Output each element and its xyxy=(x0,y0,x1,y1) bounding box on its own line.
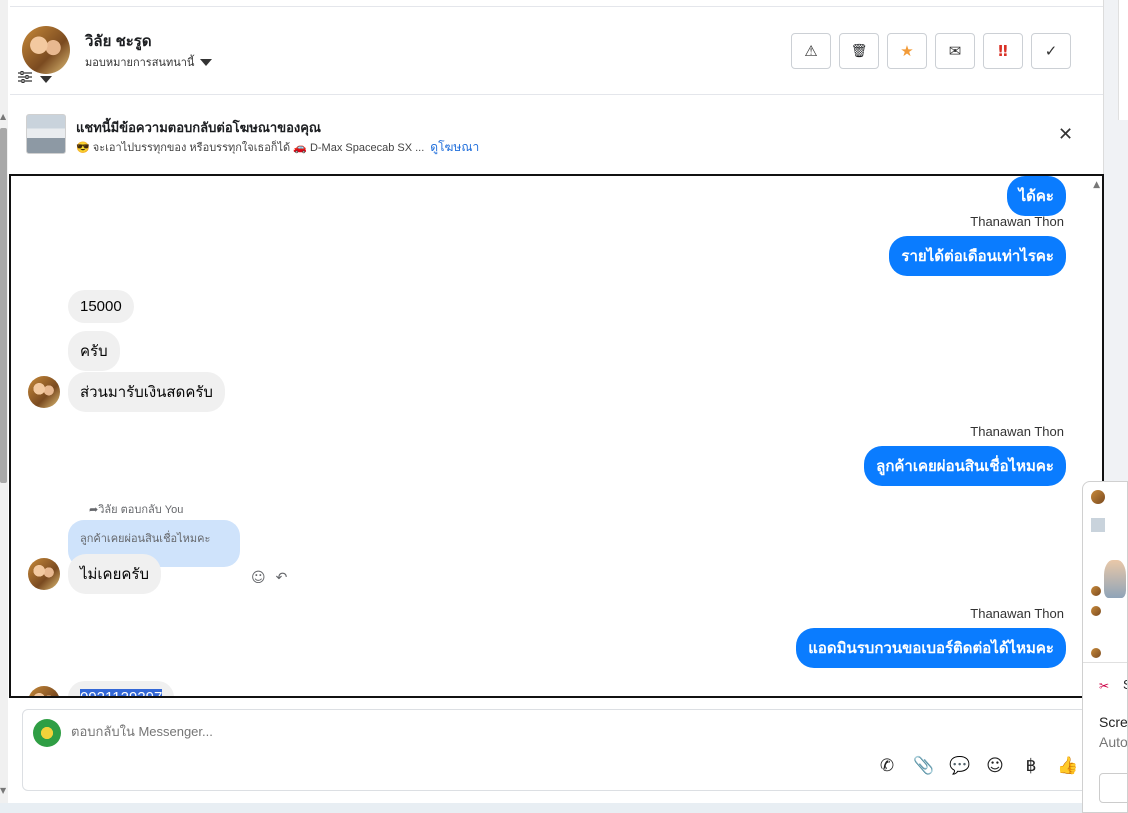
popup-subtext: Auto xyxy=(1099,734,1128,750)
incoming-message[interactable]: ครับ xyxy=(68,331,120,371)
contact-avatar xyxy=(28,558,60,590)
outgoing-message[interactable]: แอดมินรบกวนขอเบอร์ติดต่อได้ไหมคะ xyxy=(796,628,1066,668)
add-call-icon[interactable]: ✆ xyxy=(877,756,897,776)
ad-reply-banner: แชทนี้มีข้อความตอบกลับต่อโฆษณาของคุณ 😎 จ… xyxy=(10,96,1103,172)
view-ad-link[interactable]: ดูโฆษณา xyxy=(430,138,479,157)
contact-avatar xyxy=(28,686,60,696)
mini-avatar xyxy=(1091,490,1105,504)
priority-button[interactable]: ‼ xyxy=(983,33,1023,69)
trash-icon: 🗑 xyxy=(850,43,868,59)
mini-avatar xyxy=(1091,606,1101,616)
contact-avatar xyxy=(28,376,60,408)
emoji-icon[interactable]: ☺ xyxy=(985,756,1005,776)
conversation-actions: ⚠ 🗑 ★ ✉ ‼ ✓ xyxy=(791,33,1071,69)
incoming-message[interactable]: ไม่เคยครับ xyxy=(68,554,161,594)
reply-composer: ✆ 📎 💬 ☺ ฿ 👍 xyxy=(22,709,1105,791)
sender-name: Thanawan Thon xyxy=(970,606,1064,621)
paperclip-icon[interactable]: 📎 xyxy=(913,756,934,776)
message-input[interactable] xyxy=(71,724,771,739)
scroll-down-arrow-icon[interactable]: ▼ xyxy=(0,786,6,795)
bottom-strip xyxy=(0,803,1103,813)
chevron-down-icon xyxy=(40,75,52,83)
star-icon: ★ xyxy=(900,42,914,60)
mark-unread-button[interactable]: ✉ xyxy=(935,33,975,69)
outgoing-message[interactable]: รายได้ต่อเดือนเท่าไรคะ xyxy=(889,236,1066,276)
side-panel-edge xyxy=(1118,0,1128,120)
left-scrollbar[interactable]: ▲ ▼ xyxy=(0,0,8,813)
message-thread[interactable]: ▲ ได้คะ Thanawan Thon รายได้ต่อเดือนเท่า… xyxy=(9,174,1104,698)
emoji-reaction-icon[interactable]: ☺ xyxy=(251,570,266,586)
star-button[interactable]: ★ xyxy=(887,33,927,69)
ad-banner-title: แชทนี้มีข้อความตอบกลับต่อโฆษณาของคุณ xyxy=(76,120,321,135)
reply-arrow-icon: ➦ xyxy=(89,504,99,516)
popup-section: ✂ S Scree Auto xyxy=(1083,662,1128,812)
message-actions: ☺ ↶ xyxy=(251,570,287,586)
contact-avatar[interactable] xyxy=(22,26,70,74)
reply-indicator: ➦วิลัย ตอบกลับ You xyxy=(89,504,184,516)
page-avatar xyxy=(33,719,61,747)
mini-avatar xyxy=(1091,586,1101,596)
composer-toolbar: ✆ 📎 💬 ☺ ฿ 👍 xyxy=(877,756,1078,776)
sender-name: Thanawan Thon xyxy=(970,214,1064,229)
popup-title: S xyxy=(1123,677,1127,692)
mini-avatar xyxy=(1091,648,1101,658)
selected-text: 0921129297 xyxy=(80,689,163,696)
assign-label: มอบหมายการสนทนานี้ xyxy=(85,57,195,69)
assign-conversation-dropdown[interactable]: มอบหมายการสนทนานี้ xyxy=(85,53,213,71)
outgoing-message[interactable]: ได้คะ xyxy=(1006,176,1066,216)
popup-button[interactable] xyxy=(1099,773,1127,803)
scrollbar-thumb[interactable] xyxy=(0,128,7,483)
conversation-header: วิลัย ชะรูด มอบหมายการสนทนานี้ ⚠ 🗑 ★ ✉ ‼… xyxy=(10,6,1103,95)
checkmark-icon: ✓ xyxy=(1044,42,1058,60)
screenshot-tool-icon: ✂ xyxy=(1099,679,1110,693)
contact-name[interactable]: วิลัย ชะรูด xyxy=(85,29,152,53)
baht-icon[interactable]: ฿ xyxy=(1021,756,1041,776)
ad-banner-subtitle: 😎 จะเอาไปบรรทุกของ หรือบรรทุกใจเธอก็ได้ … xyxy=(76,142,425,154)
warning-icon: ⚠ xyxy=(804,42,818,60)
envelope-open-icon: ✉ xyxy=(948,42,962,60)
done-button[interactable]: ✓ xyxy=(1031,33,1071,69)
incoming-message[interactable]: 15000 xyxy=(68,290,134,323)
popup-text: Scree xyxy=(1099,714,1128,730)
delete-button[interactable]: 🗑 xyxy=(839,33,879,69)
sender-name: Thanawan Thon xyxy=(970,424,1064,439)
scroll-up-arrow-icon[interactable]: ▲ xyxy=(0,112,6,121)
close-icon[interactable]: ✕ xyxy=(1058,124,1073,145)
ad-thumbnail[interactable] xyxy=(26,114,66,154)
chat-bubble-icon[interactable]: 💬 xyxy=(949,756,970,776)
ad-banner-subtitle-row: 😎 จะเอาไปบรรทุกของ หรือบรรทุกใจเธอก็ได้ … xyxy=(76,138,479,157)
mini-character-image xyxy=(1104,560,1126,598)
incoming-message[interactable]: 0921129297 xyxy=(68,681,175,696)
outgoing-message[interactable]: ลูกค้าเคยผ่อนสินเชื่อไหมคะ xyxy=(864,446,1066,486)
screen-capture-popup[interactable]: ✂ S Scree Auto xyxy=(1082,481,1128,813)
report-button[interactable]: ⚠ xyxy=(791,33,831,69)
mini-thumbnail xyxy=(1091,518,1105,532)
filter-dropdown[interactable] xyxy=(18,71,52,87)
double-exclamation-icon: ‼ xyxy=(998,42,1008,60)
incoming-message[interactable]: ส่วนมารับเงินสดครับ xyxy=(68,372,225,412)
sliders-icon xyxy=(18,71,32,87)
thumbs-up-icon[interactable]: 👍 xyxy=(1057,756,1078,776)
reply-icon[interactable]: ↶ xyxy=(276,570,288,586)
chevron-down-icon xyxy=(200,58,213,66)
scroll-up-arrow-icon[interactable]: ▲ xyxy=(1093,180,1100,190)
